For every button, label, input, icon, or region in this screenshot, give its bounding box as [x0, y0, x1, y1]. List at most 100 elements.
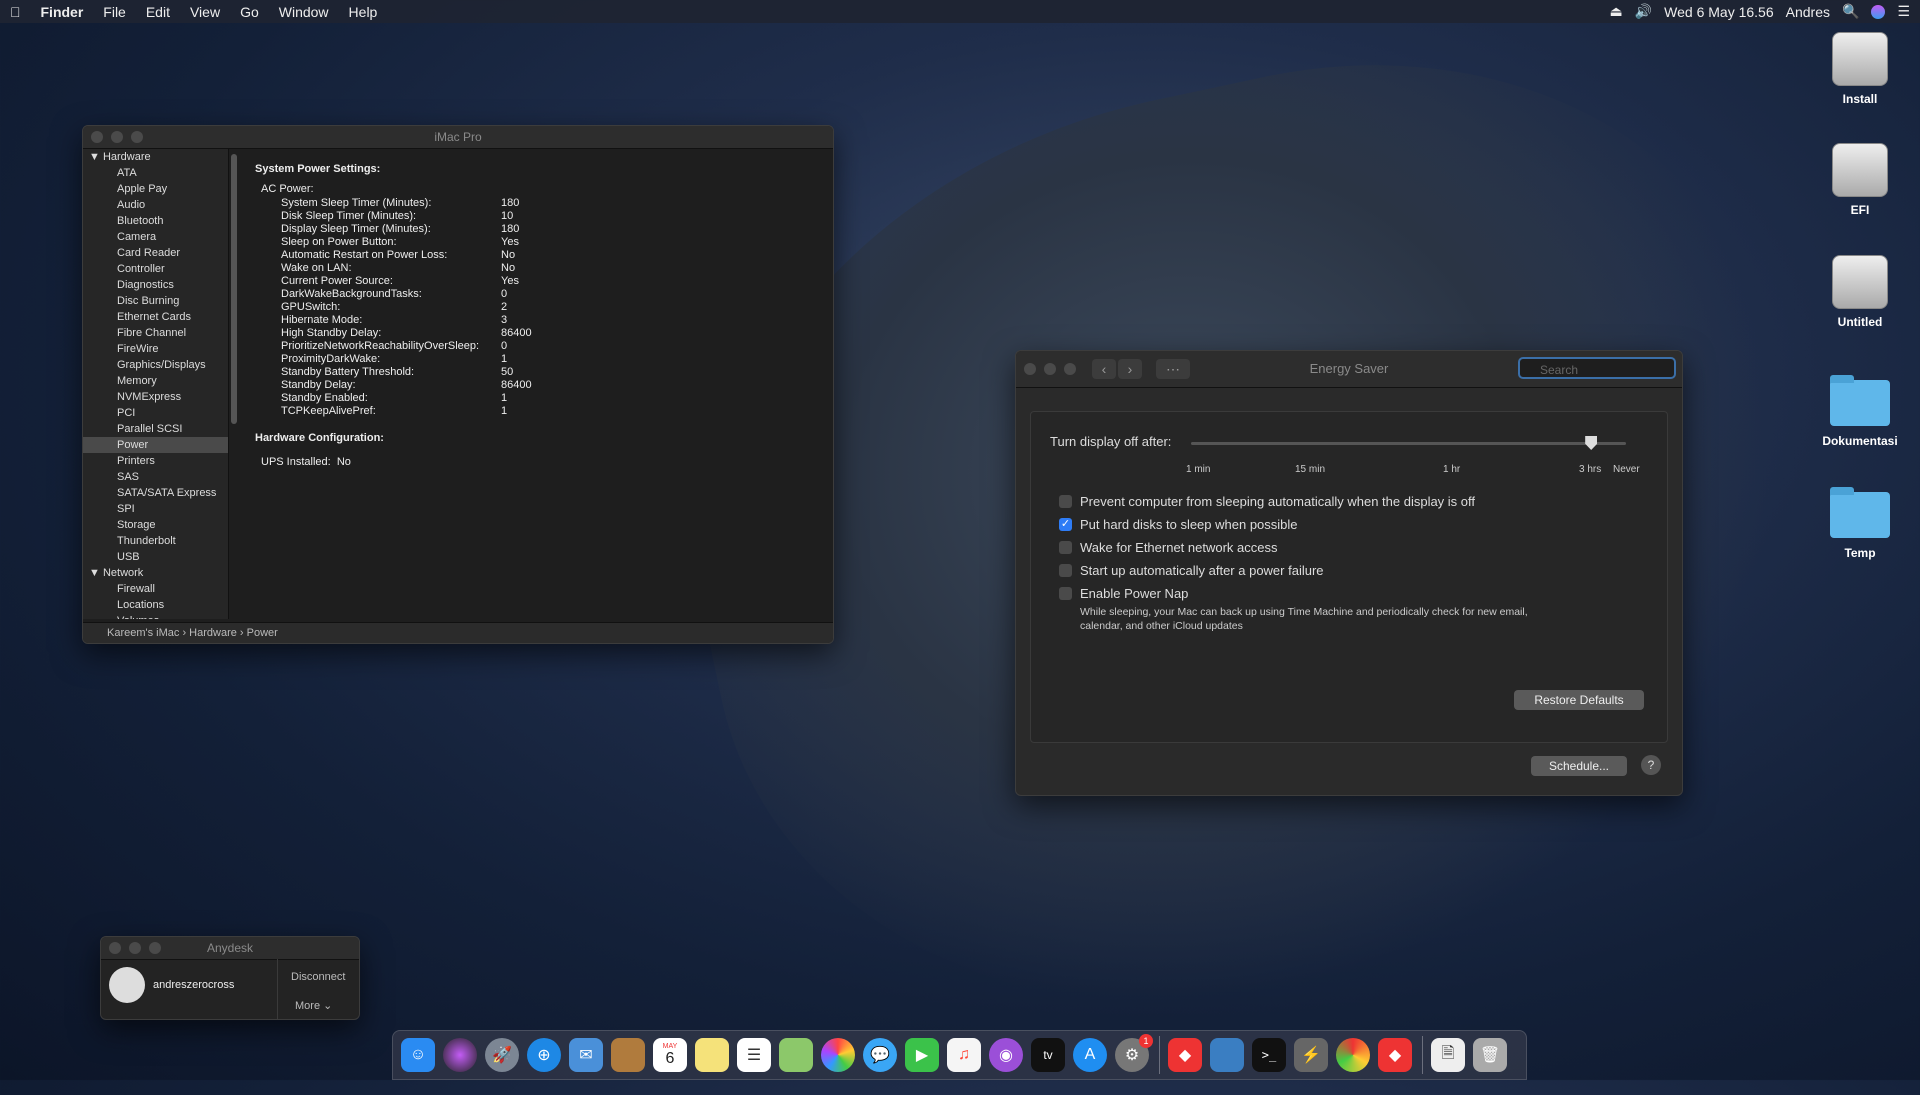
zoom-button[interactable]: [149, 942, 161, 954]
anydesk-icon-2[interactable]: ◆: [1378, 1038, 1412, 1072]
forward-button[interactable]: ›: [1118, 359, 1142, 379]
close-button[interactable]: [109, 942, 121, 954]
menu-go[interactable]: Go: [230, 4, 269, 20]
close-button[interactable]: [91, 131, 103, 143]
messages-icon[interactable]: 💬: [863, 1038, 897, 1072]
sidebar-item-usb[interactable]: USB: [83, 549, 228, 565]
chrome-icon[interactable]: [1336, 1038, 1370, 1072]
sidebar-item-spi[interactable]: SPI: [83, 501, 228, 517]
sysinfo-titlebar[interactable]: iMac Pro: [83, 126, 833, 149]
sidebar-item-memory[interactable]: Memory: [83, 373, 228, 389]
more-dropdown[interactable]: More ⌄: [295, 999, 332, 1012]
facetime-icon[interactable]: ▶: [905, 1038, 939, 1072]
sidebar-item-parallel-scsi[interactable]: Parallel SCSI: [83, 421, 228, 437]
reminders-icon[interactable]: ☰: [737, 1038, 771, 1072]
sidebar-item-volumes[interactable]: Volumes: [83, 613, 228, 619]
apple-menu-icon[interactable]: : [0, 4, 31, 20]
sidebar-item-ethernet-cards[interactable]: Ethernet Cards: [83, 309, 228, 325]
minimize-button[interactable]: [129, 942, 141, 954]
disk-utility-icon[interactable]: [1210, 1038, 1244, 1072]
calendar-icon[interactable]: MAY 6: [653, 1038, 687, 1072]
sidebar-item-graphics-displays[interactable]: Graphics/Displays: [83, 357, 228, 373]
photos-icon[interactable]: [821, 1038, 855, 1072]
minimize-button[interactable]: [111, 131, 123, 143]
notification-center-icon[interactable]: ☰: [1897, 3, 1910, 20]
sidebar-item-audio[interactable]: Audio: [83, 197, 228, 213]
menu-finder[interactable]: Finder: [31, 4, 94, 20]
desktop-folder-dokumentasi[interactable]: Dokumentasi: [1815, 375, 1905, 448]
podcasts-icon[interactable]: ◉: [989, 1038, 1023, 1072]
sidebar-item-pci[interactable]: PCI: [83, 405, 228, 421]
sidebar-item-thunderbolt[interactable]: Thunderbolt: [83, 533, 228, 549]
zoom-button[interactable]: [131, 131, 143, 143]
sidebar-item-sata-sata-express[interactable]: SATA/SATA Express: [83, 485, 228, 501]
safari-icon[interactable]: ⊕: [527, 1038, 561, 1072]
notes-icon[interactable]: [695, 1038, 729, 1072]
launchpad-icon[interactable]: 🚀: [485, 1038, 519, 1072]
path-bar[interactable]: Kareem's iMac › Hardware › Power: [83, 622, 833, 643]
disk-sleep-checkbox[interactable]: ✓ Put hard disks to sleep when possible: [1059, 517, 1298, 532]
sidebar-scrollbar[interactable]: [231, 154, 237, 424]
document-icon[interactable]: 🗎: [1431, 1038, 1465, 1072]
search-input[interactable]: Search: [1518, 357, 1676, 379]
eject-icon[interactable]: ⏏: [1609, 3, 1622, 20]
system-preferences-icon[interactable]: ⚙ 1: [1115, 1034, 1153, 1072]
anydesk-titlebar[interactable]: Anydesk: [101, 937, 359, 960]
sidebar-item-apple-pay[interactable]: Apple Pay: [83, 181, 228, 197]
datetime[interactable]: Wed 6 May 16.56: [1664, 4, 1773, 20]
restore-defaults-button[interactable]: Restore Defaults: [1514, 690, 1644, 710]
sidebar-item-diagnostics[interactable]: Diagnostics: [83, 277, 228, 293]
disconnect-button[interactable]: Disconnect: [291, 971, 345, 983]
desktop-disk-install[interactable]: Install: [1815, 32, 1905, 106]
mail-icon[interactable]: ✉: [569, 1038, 603, 1072]
app-store-icon[interactable]: A: [1073, 1038, 1107, 1072]
sidebar-item-firewall[interactable]: Firewall: [83, 581, 228, 597]
sidebar-item-sas[interactable]: SAS: [83, 469, 228, 485]
terminal-icon[interactable]: >_: [1252, 1038, 1286, 1072]
menu-view[interactable]: View: [180, 4, 230, 20]
sidebar-group-network[interactable]: ▼ Network: [83, 565, 228, 581]
power-nap-checkbox[interactable]: Enable Power Nap: [1059, 586, 1188, 601]
desktop-folder-temp[interactable]: Temp: [1815, 487, 1905, 560]
sidebar-group-hardware[interactable]: ▼ Hardware: [83, 149, 228, 165]
sidebar-item-fibre-channel[interactable]: Fibre Channel: [83, 325, 228, 341]
minimize-button[interactable]: [1044, 363, 1056, 375]
sidebar-item-nvmexpress[interactable]: NVMExpress: [83, 389, 228, 405]
system-information-icon[interactable]: ⚡: [1294, 1038, 1328, 1072]
schedule-button[interactable]: Schedule...: [1531, 756, 1627, 776]
music-icon[interactable]: ♫: [947, 1038, 981, 1072]
finder-icon[interactable]: ☺: [401, 1038, 435, 1072]
desktop-disk-efi[interactable]: EFI: [1815, 143, 1905, 217]
zoom-button[interactable]: [1064, 363, 1076, 375]
sidebar-item-storage[interactable]: Storage: [83, 517, 228, 533]
sidebar-item-disc-burning[interactable]: Disc Burning: [83, 293, 228, 309]
sidebar-item-locations[interactable]: Locations: [83, 597, 228, 613]
trash-icon[interactable]: 🗑: [1473, 1038, 1507, 1072]
slider-knob[interactable]: [1585, 436, 1598, 450]
menu-help[interactable]: Help: [339, 4, 388, 20]
user-name[interactable]: Andres: [1786, 4, 1830, 20]
start-after-power-failure-checkbox[interactable]: Start up automatically after a power fai…: [1059, 563, 1324, 578]
wake-ethernet-checkbox[interactable]: Wake for Ethernet network access: [1059, 540, 1278, 555]
anydesk-icon[interactable]: ◆: [1168, 1038, 1202, 1072]
siri-icon[interactable]: [1871, 4, 1886, 19]
sidebar-item-power[interactable]: Power: [83, 437, 228, 453]
volume-icon[interactable]: 🔊: [1635, 3, 1652, 20]
close-button[interactable]: [1024, 363, 1036, 375]
back-button[interactable]: ‹: [1092, 359, 1116, 379]
prevent-sleep-checkbox[interactable]: Prevent computer from sleeping automatic…: [1059, 494, 1475, 509]
appletv-icon[interactable]: tv: [1031, 1038, 1065, 1072]
menu-edit[interactable]: Edit: [136, 4, 180, 20]
sidebar-item-controller[interactable]: Controller: [83, 261, 228, 277]
sidebar-item-camera[interactable]: Camera: [83, 229, 228, 245]
sidebar-item-card-reader[interactable]: Card Reader: [83, 245, 228, 261]
maps-icon[interactable]: [779, 1038, 813, 1072]
menu-file[interactable]: File: [93, 4, 136, 20]
spotlight-search-icon[interactable]: 🔍: [1842, 3, 1859, 20]
energy-titlebar[interactable]: ‹ › ⋯ Energy Saver Search: [1016, 351, 1682, 388]
display-sleep-slider[interactable]: [1191, 436, 1626, 450]
sidebar-item-firewire[interactable]: FireWire: [83, 341, 228, 357]
sidebar-item-bluetooth[interactable]: Bluetooth: [83, 213, 228, 229]
help-button[interactable]: ?: [1641, 755, 1661, 775]
sidebar-item-printers[interactable]: Printers: [83, 453, 228, 469]
